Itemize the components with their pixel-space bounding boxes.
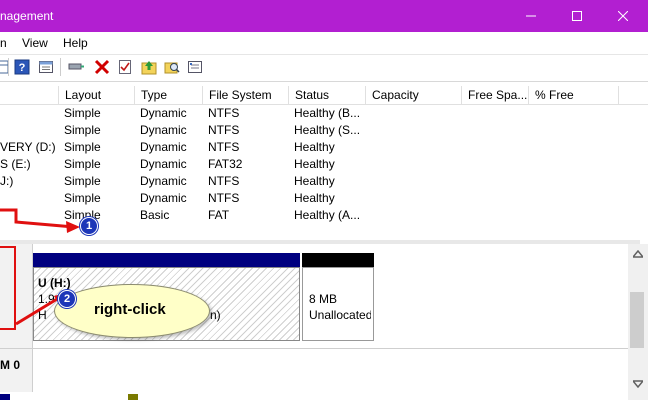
column-header-type[interactable]: Type [134, 86, 202, 104]
unallocated-body: 8 MB Unallocated [302, 267, 374, 341]
row-status: Healthy (A... [294, 208, 361, 222]
row-file-system: NTFS [208, 140, 240, 154]
menu-view[interactable]: View [22, 36, 48, 50]
menu-help[interactable]: Help [63, 36, 88, 50]
unallocated-status: Unallocated [309, 308, 371, 322]
column-header-free-space[interactable]: Free Spa... [461, 86, 528, 104]
scroll-up-icon[interactable] [633, 250, 643, 258]
row-file-system: NTFS [208, 174, 240, 188]
disk-label: M 0 [0, 358, 21, 372]
title-bar: nagement [0, 0, 648, 32]
column-header-file-system[interactable]: File System [202, 86, 288, 104]
row-volume: VERY (D:) [0, 140, 56, 154]
row-layout: Simple [64, 174, 101, 188]
vertical-scrollbar[interactable] [628, 244, 648, 400]
row-type: Dynamic [140, 140, 187, 154]
delete-icon[interactable] [94, 59, 110, 75]
callout-text: right-click [94, 301, 166, 318]
table-row[interactable]: Simple Dynamic NTFS Healthy (B... [0, 105, 640, 122]
row-file-system: NTFS [208, 106, 240, 120]
volume-list-header: Layout Type File System Status Capacity … [0, 86, 648, 105]
column-header-filler [618, 86, 640, 104]
column-header-status[interactable]: Status [288, 86, 365, 104]
row-volume: S (E:) [0, 157, 31, 171]
row-status: Healthy [294, 191, 335, 205]
row-file-system: FAT [208, 208, 230, 222]
row-layout: Simple [64, 157, 101, 171]
column-header-capacity[interactable]: Capacity [365, 86, 461, 104]
table-row[interactable]: J:) Simple Dynamic NTFS Healthy [0, 173, 640, 190]
check-icon[interactable] [117, 59, 133, 75]
table-row[interactable]: Simple Dynamic NTFS Healthy (S... [0, 122, 640, 139]
disk-info-cell-next[interactable]: M 0 [0, 349, 33, 392]
scroll-down-icon[interactable] [633, 380, 643, 388]
row-type: Basic [140, 208, 170, 222]
row-status: Healthy [294, 157, 335, 171]
row-type: Dynamic [140, 157, 187, 171]
disk-separator [0, 348, 628, 349]
menu-action[interactable]: n [0, 36, 7, 50]
row-file-system: NTFS [208, 191, 240, 205]
table-row[interactable]: VERY (D:) Simple Dynamic NTFS Healthy [0, 139, 640, 156]
menu-bar: n View Help [0, 32, 648, 55]
unallocated-bar [302, 253, 374, 267]
row-type: Dynamic [140, 123, 187, 137]
legend-swatch-primary [0, 394, 10, 400]
maximize-button[interactable] [554, 0, 600, 32]
column-header-layout[interactable]: Layout [58, 86, 134, 104]
volume-block-unallocated[interactable]: 8 MB Unallocated [302, 253, 374, 341]
up-icon[interactable] [141, 59, 157, 75]
svg-text:?: ? [19, 62, 26, 74]
row-status: Healthy (B... [294, 106, 361, 120]
step-marker-1: 1 [80, 217, 98, 235]
row-status: Healthy [294, 140, 335, 154]
row-type: Dynamic [140, 174, 187, 188]
close-icon [618, 11, 628, 21]
close-button[interactable] [600, 0, 646, 32]
row-type: Dynamic [140, 191, 187, 205]
folder-search-icon[interactable] [164, 59, 180, 75]
window-title: nagement [0, 9, 54, 23]
row-type: Dynamic [140, 106, 187, 120]
step-marker-2: 2 [58, 290, 76, 308]
table-row[interactable]: S (E:) Simple Dynamic FAT32 Healthy [0, 156, 640, 173]
row-layout: Simple [64, 106, 101, 120]
row-file-system: NTFS [208, 123, 240, 137]
minimize-icon [526, 15, 536, 17]
toolbar-separator [8, 58, 9, 76]
row-status: Healthy (S... [294, 123, 361, 137]
properties-icon[interactable] [38, 59, 54, 75]
toolbar: ? [0, 54, 648, 82]
legend-strip [0, 392, 628, 400]
maximize-icon [572, 11, 582, 21]
minimize-button[interactable] [508, 0, 554, 32]
row-layout: Simple [64, 123, 101, 137]
connect-disk-icon[interactable] [68, 59, 84, 75]
row-file-system: FAT32 [208, 157, 243, 171]
volume-status-tail: n) [210, 308, 221, 322]
column-header-percent-free[interactable]: % Free [528, 86, 618, 104]
row-status: Healthy [294, 174, 335, 188]
unallocated-size: 8 MB [309, 292, 338, 306]
help-icon[interactable]: ? [14, 59, 30, 75]
scrollbar-thumb[interactable] [630, 292, 644, 348]
row-volume: J:) [0, 174, 14, 188]
legend-swatch-simple [128, 394, 138, 400]
toolbar-separator [60, 58, 61, 76]
column-header-volume[interactable] [0, 86, 58, 104]
format-icon[interactable] [187, 59, 203, 75]
row-layout: Simple [64, 140, 101, 154]
